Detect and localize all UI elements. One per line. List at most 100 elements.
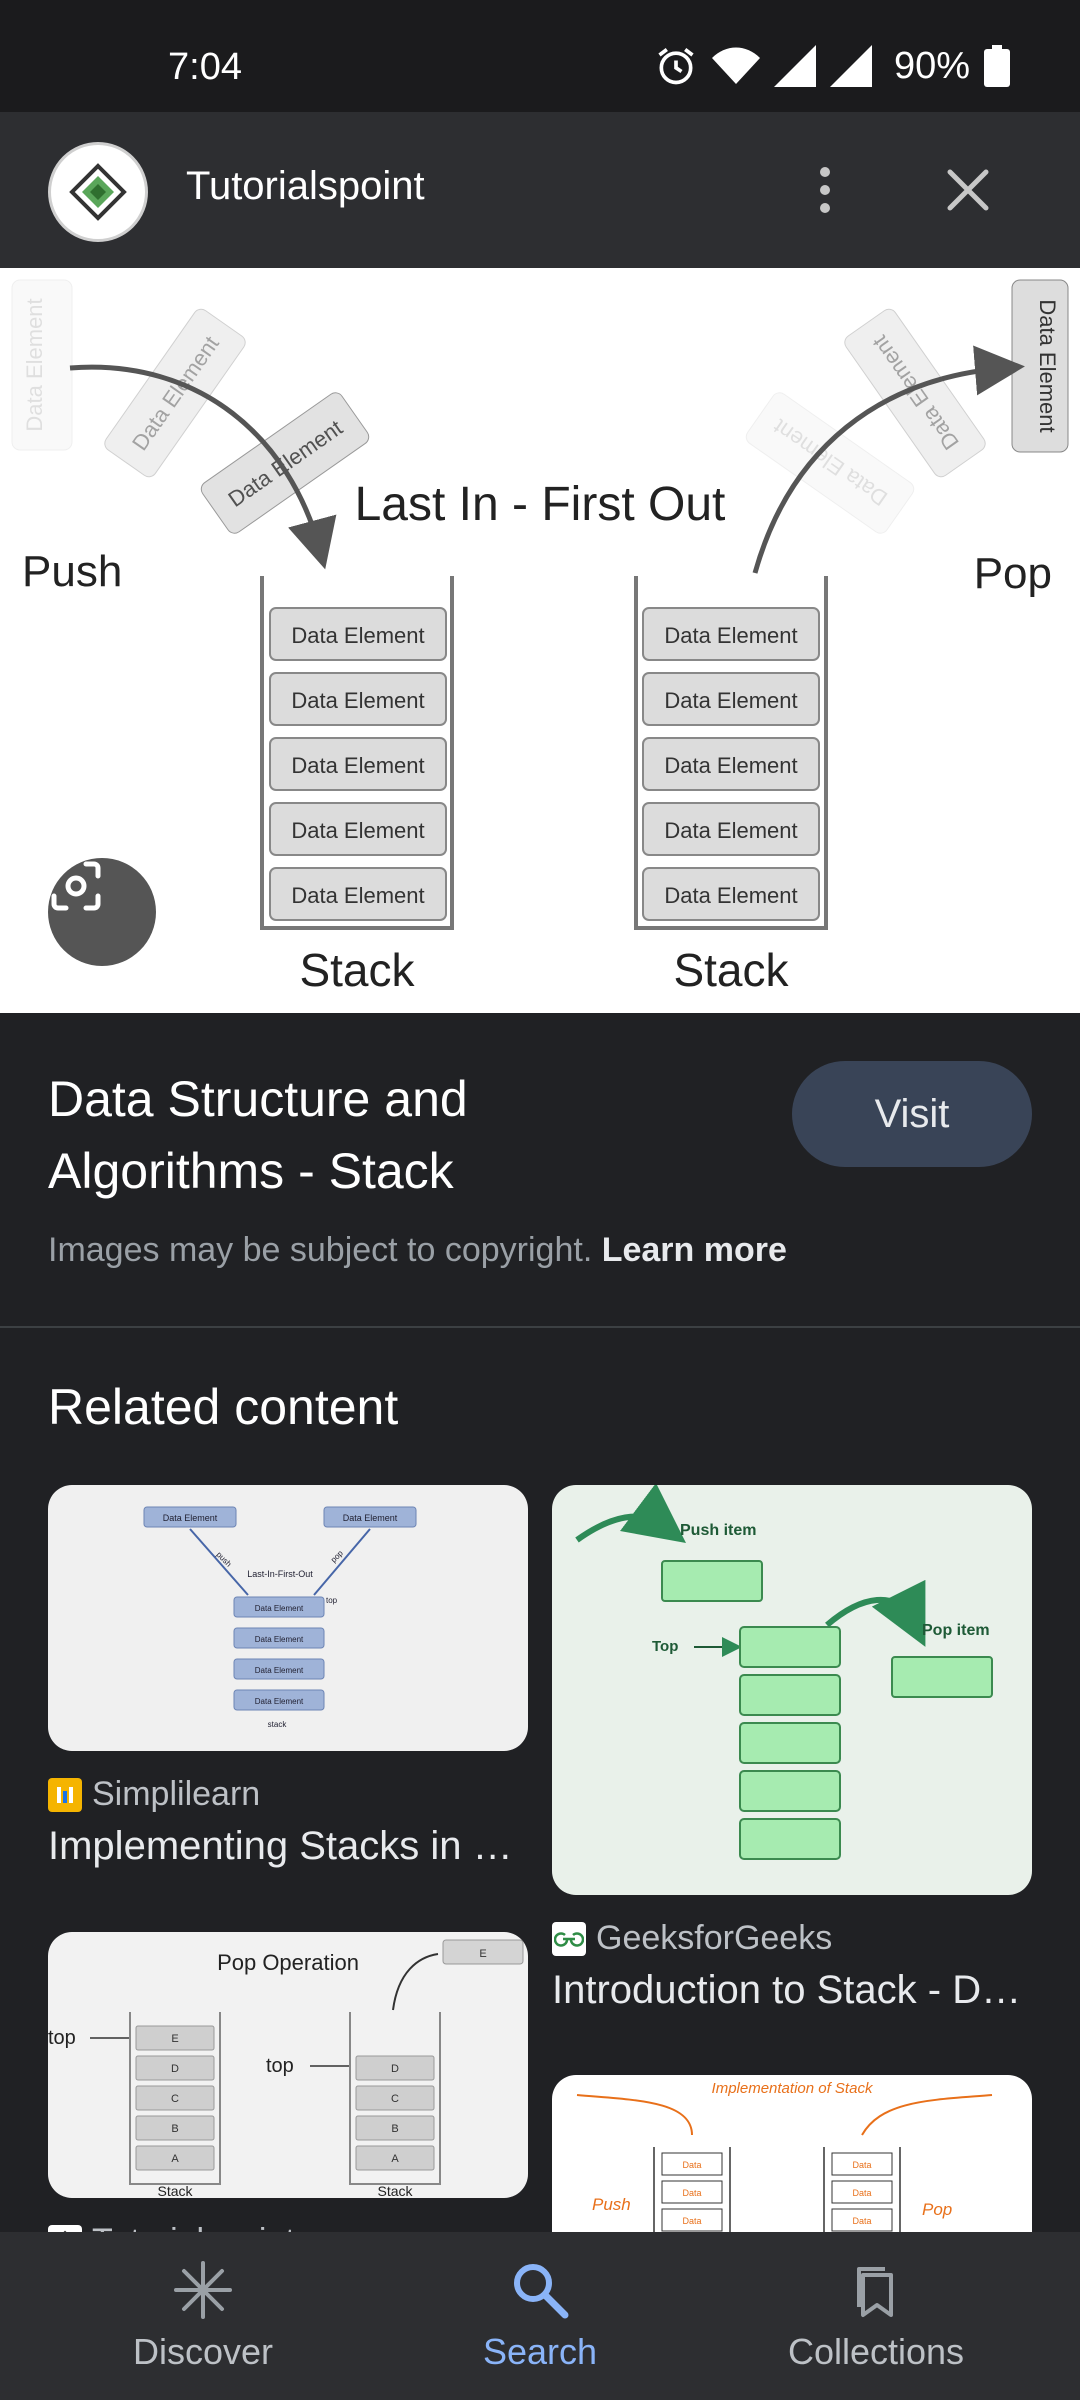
related-card[interactable]: Push item Top Pop item GeeksforGeeks Int… [552, 1485, 1032, 2013]
svg-text:D: D [171, 2063, 179, 2075]
svg-text:Data Element: Data Element [163, 1513, 218, 1523]
status-icons: 90% [654, 44, 1010, 88]
svg-text:Data Element: Data Element [343, 1513, 398, 1523]
search-icon [514, 2264, 569, 2319]
svg-text:top: top [48, 2027, 76, 2049]
svg-text:Data: Data [852, 2160, 871, 2170]
stack-diagram: Data Element Data Element Data Element D… [11, 279, 1069, 996]
svg-text:C: C [171, 2093, 179, 2105]
svg-text:E: E [479, 1948, 486, 1960]
svg-text:Data Element: Data Element [291, 623, 424, 648]
svg-text:B: B [391, 2123, 398, 2135]
svg-text:D: D [391, 2063, 399, 2075]
site-logo[interactable] [48, 142, 148, 242]
svg-text:A: A [391, 2153, 399, 2165]
push-label: Push [22, 547, 122, 596]
card-thumbnail[interactable]: Push item Top Pop item [552, 1485, 1032, 1895]
signal-icon [829, 45, 872, 87]
preview-image[interactable]: Data Element Data Element Data Element D… [0, 268, 1080, 1013]
svg-text:Data Element: Data Element [664, 623, 797, 648]
related-card[interactable]: Pop Operation E top E D C B A Stack top D C B A… [48, 1932, 528, 2261]
card-title[interactable]: Implementing Stacks in Data Structures [48, 1824, 528, 1869]
thumb-element [739, 1674, 841, 1716]
floating-element: Data Element [11, 279, 73, 451]
thumb-element [739, 1770, 841, 1812]
svg-text:Data Element: Data Element [255, 1697, 304, 1706]
close-icon[interactable] [936, 158, 1000, 222]
result-title[interactable]: Data Structure and Algorithms - Stack [48, 1063, 568, 1207]
svg-text:Push: Push [592, 2195, 631, 2214]
bottom-navigation: Discover Search Collections [0, 2232, 1080, 2400]
svg-text:E: E [171, 2033, 178, 2045]
nav-label: Search [482, 2331, 598, 2372]
visit-button[interactable]: Visit [792, 1061, 1032, 1167]
svg-text:top: top [266, 2055, 294, 2077]
svg-text:A: A [171, 2153, 179, 2165]
card-source-name: Simplilearn [92, 1775, 261, 1813]
result-info: Data Structure and Algorithms - Stack Vi… [0, 1013, 1080, 1328]
learn-more-link[interactable]: Learn more [602, 1231, 787, 1269]
lens-search-button[interactable] [48, 858, 156, 966]
nav-search[interactable]: Search [360, 2232, 720, 2400]
floating-element: Data Element [1011, 279, 1069, 453]
stack-label: Stack [673, 944, 789, 996]
signal-icon [773, 45, 816, 87]
svg-text:Pop: Pop [922, 2200, 952, 2219]
svg-text:Pop item: Pop item [922, 1622, 990, 1639]
svg-text:C: C [391, 2093, 399, 2105]
svg-text:B: B [171, 2123, 178, 2135]
card-source: Simplilearn [48, 1775, 528, 1814]
card-thumbnail[interactable]: Data Element Data Element push pop Last-… [48, 1485, 528, 1751]
svg-text:Top: Top [652, 1638, 678, 1655]
related-heading: Related content [48, 1379, 399, 1435]
thumb-diagram: Pop Operation E top E D C B A Stack top D C B A… [48, 1939, 524, 2198]
data-element: Data Element [269, 672, 447, 726]
svg-text:top: top [326, 1596, 338, 1605]
floating-element: Data Element [104, 308, 246, 478]
svg-text:Data: Data [682, 2188, 701, 2198]
thumb-diagram: Push item Top Pop item [575, 1485, 993, 1860]
svg-text:Data Element: Data Element [22, 298, 47, 431]
geeksforgeeks-icon [552, 1921, 586, 1956]
nav-label: Discover [132, 2331, 274, 2372]
more-options-icon[interactable] [805, 152, 845, 228]
data-element: Data Element [642, 672, 820, 726]
svg-text:Implementation of Stack: Implementation of Stack [712, 2080, 874, 2097]
app-header: Tutorialspoint [0, 112, 1080, 268]
nav-label: Collections [787, 2331, 965, 2372]
svg-text:Data Element: Data Element [255, 1666, 304, 1675]
svg-text:Stack: Stack [377, 2183, 413, 2198]
diagram-heading: Last In - First Out [355, 478, 726, 531]
nav-collections[interactable]: Collections [696, 2232, 1056, 2400]
related-card[interactable]: Data Element Data Element push pop Last-… [48, 1485, 528, 1869]
card-thumbnail[interactable]: Pop Operation E top E D C B A Stack top D C B A… [48, 1932, 528, 2198]
data-element: Data Element [642, 802, 820, 856]
data-element: Data Element [269, 802, 447, 856]
floating-element: Data Element [200, 392, 370, 534]
svg-text:Data Element: Data Element [664, 688, 797, 713]
collections-icon [857, 2267, 893, 2317]
tutorialspoint-logo-icon [69, 163, 127, 221]
simplilearn-icon [48, 1777, 82, 1812]
thumb-element [739, 1626, 841, 1668]
site-name[interactable]: Tutorialspoint [186, 164, 425, 209]
svg-text:Data Element: Data Element [1035, 299, 1060, 432]
data-element: Data Element [642, 737, 820, 791]
svg-text:Data Element: Data Element [291, 818, 424, 843]
svg-text:Data: Data [682, 2216, 701, 2226]
data-element: Data Element [269, 867, 447, 921]
stack-label: Stack [299, 944, 415, 996]
copyright-text: Images may be subject to copyright. [48, 1231, 593, 1269]
data-element: Data Element [642, 867, 820, 921]
svg-text:Data Element: Data Element [664, 818, 797, 843]
nav-discover[interactable]: Discover [23, 2232, 383, 2400]
battery-percent: 90% [893, 44, 970, 87]
svg-text:Last-In-First-Out: Last-In-First-Out [247, 1569, 313, 1579]
card-title[interactable]: Introduction to Stack - Data Structure a… [552, 1968, 1032, 2013]
thumb-diagram: Data Element Data Element push pop Last-… [143, 1506, 417, 1729]
status-time: 7:04 [168, 46, 242, 88]
thumb-element [739, 1722, 841, 1764]
copyright-notice: Images may be subject to copyright. Lear… [48, 1231, 787, 1270]
floating-element: Data Element [745, 392, 915, 534]
data-element: Data Element [642, 607, 820, 661]
